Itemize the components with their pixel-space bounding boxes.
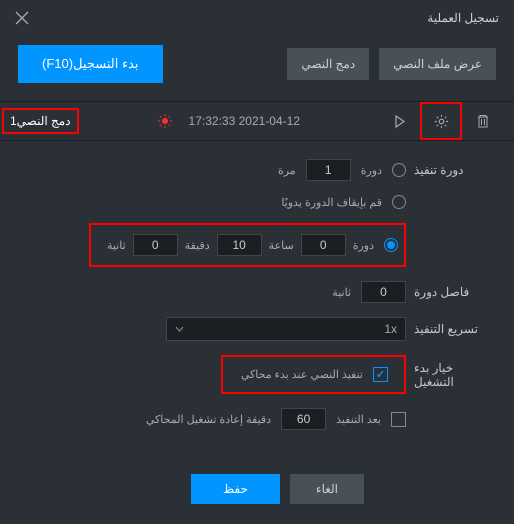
top-button-row: عرض ملف النصي دمج النصي بدء التسجيل(F10) bbox=[0, 35, 514, 101]
loop-row-times: دورة تنفيذ دورة مرة bbox=[20, 159, 494, 181]
startup-highlight: تنفيذ النصي عند بدء محاكي bbox=[221, 355, 406, 394]
close-icon[interactable] bbox=[15, 11, 29, 25]
view-file-button[interactable]: عرض ملف النصي bbox=[379, 48, 496, 80]
footer-buttons: الغاء حفظ bbox=[181, 464, 374, 514]
startup-checkbox[interactable] bbox=[373, 367, 388, 382]
startup-option-label: تنفيذ النصي عند بدء محاكي bbox=[241, 368, 363, 381]
speed-label: تسريع التنفيذ bbox=[414, 322, 494, 336]
gear-icon[interactable] bbox=[428, 108, 454, 134]
speed-value: 1x bbox=[384, 322, 397, 336]
loop-label: دورة تنفيذ bbox=[414, 163, 494, 177]
restart-text1: دقيقة إعادة تشغيل المحاكي bbox=[146, 413, 271, 426]
duration-highlight: دورة ساعة دقيقة ثانية bbox=[89, 223, 406, 267]
minute-unit: دقيقة bbox=[185, 239, 210, 252]
merge-script-button[interactable]: دمج النصي bbox=[287, 48, 369, 80]
duration-label: دورة bbox=[353, 239, 374, 252]
interval-unit: ثانية bbox=[332, 286, 351, 299]
speed-select[interactable]: 1x bbox=[166, 317, 406, 341]
hour-unit: ساعة bbox=[269, 239, 294, 252]
save-button[interactable]: حفظ bbox=[191, 474, 280, 504]
interval-label: فاصل دورة bbox=[414, 285, 494, 299]
radio-times[interactable] bbox=[392, 163, 406, 177]
interval-row: فاصل دورة ثانية bbox=[20, 281, 494, 303]
hour-input[interactable] bbox=[301, 234, 346, 256]
restart-text2: بعد التنفيذ bbox=[336, 413, 381, 426]
chevron-down-icon bbox=[175, 326, 184, 332]
radio-manual[interactable] bbox=[392, 195, 406, 209]
loop-row-duration: دورة ساعة دقيقة ثانية bbox=[20, 223, 494, 267]
record-indicator-icon bbox=[157, 113, 173, 129]
second-unit: ثانية bbox=[107, 239, 126, 252]
script-row: 2021-04-12 17:32:33 دمج النصي1 bbox=[0, 101, 514, 141]
restart-input[interactable] bbox=[281, 408, 326, 430]
settings-highlight bbox=[420, 102, 462, 140]
restart-checkbox[interactable] bbox=[391, 412, 406, 427]
start-record-button[interactable]: بدء التسجيل(F10) bbox=[18, 45, 163, 83]
script-name-highlight: دمج النصي1 bbox=[2, 108, 79, 134]
script-name[interactable]: دمج النصي1 bbox=[10, 114, 71, 128]
timestamp: 2021-04-12 17:32:33 bbox=[189, 114, 300, 128]
play-icon[interactable] bbox=[386, 108, 412, 134]
delete-icon[interactable] bbox=[470, 108, 496, 134]
form-area: دورة تنفيذ دورة مرة قم بإيقاف الدورة يدو… bbox=[0, 141, 514, 452]
times-label: دورة bbox=[361, 164, 382, 177]
interval-input[interactable] bbox=[361, 281, 406, 303]
manual-label: قم بإيقاف الدورة يدويًا bbox=[281, 196, 382, 209]
speed-row: تسريع التنفيذ 1x bbox=[20, 317, 494, 341]
times-unit: مرة bbox=[278, 164, 296, 177]
title-bar: تسجيل العملية bbox=[0, 0, 514, 35]
startup-row: خيار بدء التشغيل تنفيذ النصي عند بدء محا… bbox=[20, 355, 494, 394]
second-input[interactable] bbox=[133, 234, 178, 256]
minute-input[interactable] bbox=[217, 234, 262, 256]
radio-duration[interactable] bbox=[384, 238, 398, 252]
window-title: تسجيل العملية bbox=[427, 11, 499, 25]
cancel-button[interactable]: الغاء bbox=[290, 474, 364, 504]
times-input[interactable] bbox=[306, 159, 351, 181]
startup-label: خيار بدء التشغيل bbox=[414, 361, 494, 389]
restart-row: بعد التنفيذ دقيقة إعادة تشغيل المحاكي bbox=[20, 408, 494, 430]
loop-row-manual: قم بإيقاف الدورة يدويًا bbox=[20, 195, 494, 209]
